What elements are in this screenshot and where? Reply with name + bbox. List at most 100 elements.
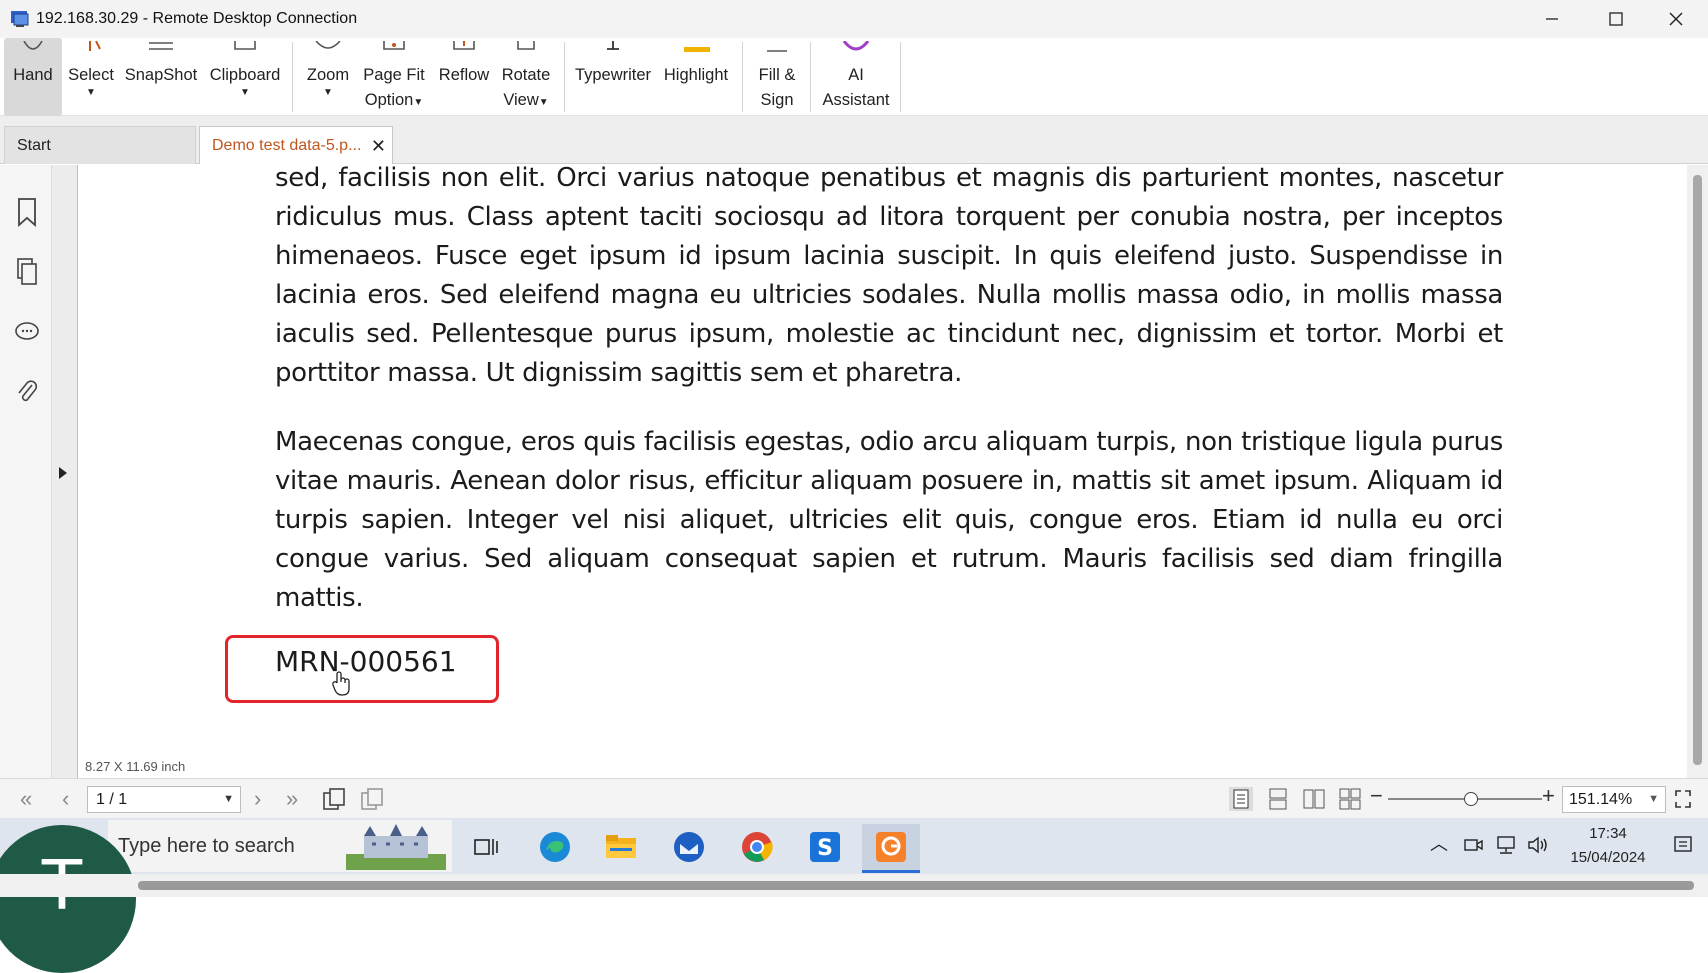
- foxit-pdf-icon: [876, 832, 906, 862]
- highlight-button[interactable]: Highlight: [658, 38, 734, 116]
- next-view-icon[interactable]: [360, 787, 384, 811]
- thunderbird-icon: [674, 832, 704, 862]
- scrollbar-thumb[interactable]: [1693, 175, 1702, 765]
- zoom-icon: [315, 40, 341, 49]
- s-app-taskbar-button[interactable]: S: [796, 824, 854, 870]
- fullscreen-icon[interactable]: [1674, 789, 1692, 809]
- page-number-select[interactable]: 1 / 1 ▼: [87, 786, 241, 813]
- chevron-down-icon: ▼: [223, 793, 234, 805]
- chrome-icon: [742, 832, 773, 862]
- clock-date: 15/04/2024: [1570, 849, 1646, 866]
- network-icon[interactable]: [1494, 834, 1518, 856]
- tab-demo-document[interactable]: Demo test data-5.p... ✕: [199, 126, 393, 164]
- page-fit-label-2: Option▼: [364, 91, 424, 109]
- taskbar-clock[interactable]: 17:34 15/04/2024: [1558, 822, 1658, 870]
- search-placeholder: Type here to search: [118, 835, 295, 857]
- windows-taskbar: Type here to search S ︿ 17:34 15/04/2024: [0, 818, 1708, 874]
- clock-time: 17:34: [1589, 825, 1627, 842]
- expand-panel-icon[interactable]: [56, 465, 70, 481]
- zoom-in-icon[interactable]: +: [1542, 783, 1555, 809]
- chrome-taskbar-button[interactable]: [728, 824, 786, 870]
- zoom-slider-thumb[interactable]: [1464, 792, 1479, 806]
- close-window-button[interactable]: [1644, 0, 1708, 38]
- select-tool-button[interactable]: Select ▼: [66, 38, 116, 116]
- page-number-value: 1 / 1: [96, 791, 128, 808]
- paragraph-1: sed, facilisis non elit. Orci varius nat…: [275, 165, 1503, 388]
- user-avatar: T: [0, 825, 136, 973]
- edge-taskbar-button[interactable]: [526, 824, 584, 870]
- s-app-icon: S: [810, 832, 840, 862]
- comments-icon[interactable]: [14, 317, 40, 347]
- rotate-view-button[interactable]: Rotate View▼: [496, 38, 556, 116]
- file-explorer-icon: [606, 835, 636, 858]
- zoom-label: Zoom: [306, 66, 350, 84]
- bookmark-icon[interactable]: [14, 197, 40, 227]
- close-tab-icon[interactable]: ✕: [371, 127, 386, 165]
- zoom-button[interactable]: Zoom ▼: [300, 38, 356, 116]
- facing-pages-icon[interactable]: [1302, 787, 1326, 811]
- fill-sign-button[interactable]: Fill & Sign: [750, 38, 804, 116]
- chevron-down-icon: ▼: [323, 87, 333, 98]
- previous-view-icon[interactable]: [322, 787, 346, 811]
- page-fit-option-button[interactable]: Page Fit Option▼: [362, 38, 426, 116]
- taskbar-search-input[interactable]: Type here to search: [108, 820, 452, 872]
- page-navigation-bar: « ‹ 1 / 1 ▼ › » − + 151.14% ▼: [0, 778, 1708, 818]
- thunderbird-taskbar-button[interactable]: [660, 824, 718, 870]
- previous-page-icon[interactable]: ‹: [62, 787, 69, 811]
- ribbon-divider: [810, 42, 811, 112]
- ai-assistant-button[interactable]: AI Assistant: [818, 38, 894, 116]
- select-label: Select: [68, 66, 114, 84]
- typewriter-button[interactable]: Typewriter: [572, 38, 654, 116]
- show-hidden-icons-icon[interactable]: ︿: [1430, 830, 1448, 856]
- task-view-button[interactable]: [458, 824, 516, 870]
- typewriter-icon: [607, 41, 619, 50]
- highlight-icon: [684, 47, 710, 52]
- typewriter-label: Typewriter: [574, 66, 652, 84]
- meet-now-icon[interactable]: [1462, 834, 1484, 856]
- hand-tool-button[interactable]: Hand: [4, 38, 62, 116]
- minimize-icon: [1546, 18, 1558, 20]
- document-view[interactable]: sed, facilisis non elit. Orci varius nat…: [79, 165, 1687, 778]
- ribbon-toolbar: Hand Select ▼ SnapShot Clipboard ▼ Zoom …: [0, 38, 1708, 116]
- window-title: 192.168.30.29 - Remote Desktop Connectio…: [36, 10, 358, 27]
- attachment-icon[interactable]: [14, 377, 40, 407]
- tab-doc-label: Demo test data-5.p...: [212, 137, 362, 154]
- horizontal-scrollbar[interactable]: [0, 874, 1708, 897]
- volume-icon[interactable]: [1526, 834, 1550, 856]
- horizontal-scrollbar-thumb[interactable]: [138, 881, 1694, 890]
- rotate-label-2: View▼: [503, 91, 549, 109]
- castle-search-highlight-icon: [346, 824, 446, 870]
- file-explorer-taskbar-button[interactable]: [592, 824, 650, 870]
- maximize-button[interactable]: [1584, 0, 1648, 38]
- title-bar: 192.168.30.29 - Remote Desktop Connectio…: [0, 0, 1708, 38]
- vertical-scrollbar[interactable]: [1687, 165, 1708, 778]
- last-page-icon[interactable]: »: [286, 787, 298, 811]
- page-fit-label: Page Fit: [363, 66, 425, 84]
- hand-label: Hand: [13, 66, 53, 84]
- tab-start-label: Start: [17, 137, 51, 154]
- reflow-button[interactable]: Reflow: [434, 38, 494, 116]
- first-page-icon[interactable]: «: [20, 787, 32, 811]
- svg-text:S: S: [817, 836, 833, 861]
- snapshot-button[interactable]: SnapShot: [124, 38, 198, 116]
- notification-icon[interactable]: [1672, 834, 1694, 856]
- zoom-level-select[interactable]: 151.14% ▼: [1562, 786, 1666, 813]
- minimize-button[interactable]: [1520, 0, 1584, 38]
- continuous-facing-icon[interactable]: [1338, 787, 1362, 811]
- hand-icon: [23, 40, 43, 50]
- pages-icon[interactable]: [14, 257, 40, 287]
- remote-desktop-icon: [11, 11, 29, 27]
- single-page-icon[interactable]: [1228, 786, 1254, 812]
- snapshot-icon: [149, 42, 173, 50]
- next-page-icon[interactable]: ›: [254, 787, 261, 811]
- clipboard-button[interactable]: Clipboard ▼: [206, 38, 284, 116]
- fill-sign-label-2: Sign: [760, 91, 794, 109]
- close-icon: [1669, 12, 1683, 26]
- tab-start[interactable]: Start: [4, 126, 196, 164]
- ribbon-divider: [742, 42, 743, 112]
- continuous-page-icon[interactable]: [1266, 787, 1290, 811]
- active-app-indicator: [862, 870, 920, 873]
- mrn-text[interactable]: MRN-000561: [275, 645, 457, 678]
- foxit-pdf-taskbar-button[interactable]: [862, 824, 920, 870]
- zoom-out-icon[interactable]: −: [1370, 783, 1383, 809]
